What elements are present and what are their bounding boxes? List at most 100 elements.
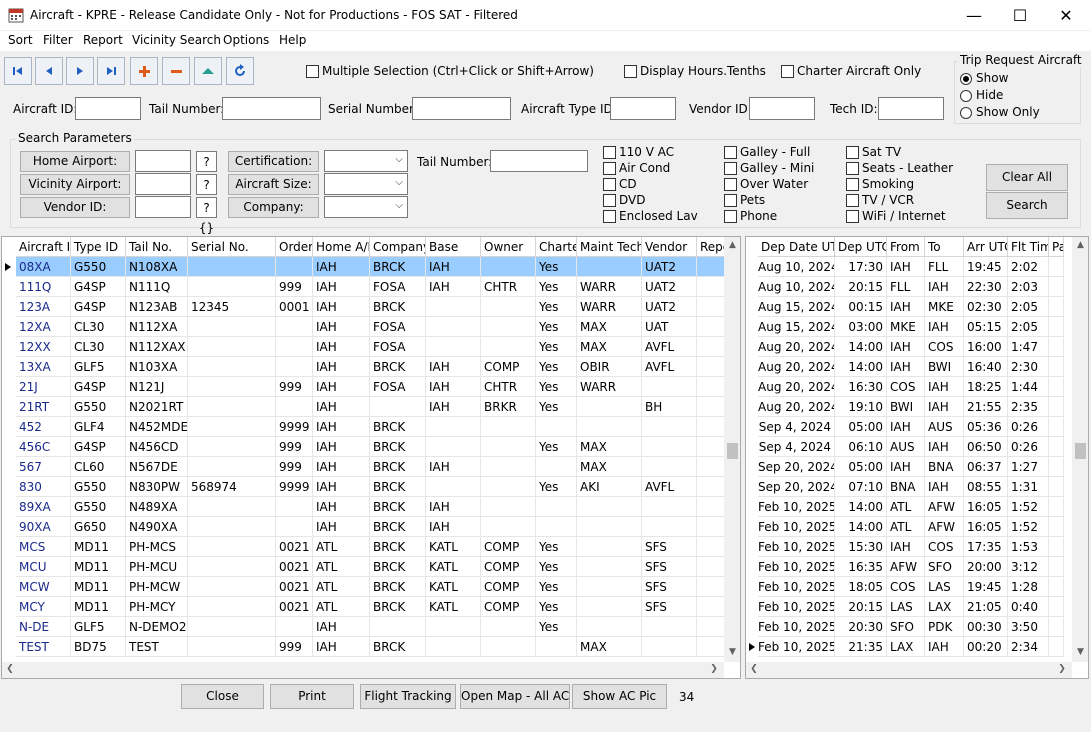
flight-tracking-button[interactable]: Flight Tracking <box>360 684 456 709</box>
first-record-button[interactable] <box>4 57 32 85</box>
table-row[interactable]: 12XA CL30 N112XA IAH FOSA Yes MAX UAT <box>2 317 737 337</box>
column-header[interactable]: Serial No. <box>188 237 276 257</box>
amenity-checkbox[interactable] <box>724 194 737 207</box>
aircraft-id-input[interactable] <box>75 97 141 120</box>
table-row[interactable]: Feb 10, 2025 20:30 SFO PDK 00:30 3:50 <box>746 617 1064 637</box>
table-row[interactable]: Feb 10, 2025 14:00 ATL AFW 16:05 1:52 <box>746 497 1064 517</box>
table-row[interactable]: Feb 10, 2025 18:05 COS LAS 19:45 1:28 <box>746 577 1064 597</box>
scroll-down-icon[interactable]: ▼ <box>724 647 740 657</box>
tail-number-input[interactable] <box>222 97 321 120</box>
clear-all-button[interactable]: Clear All <box>986 164 1068 191</box>
table-row[interactable]: 89XA G550 N489XA IAH BRCK IAH <box>2 497 737 517</box>
table-row[interactable]: 123A G4SP N123AB 12345 0001 IAH BRCK Yes WARR UAT… <box>2 297 737 317</box>
scroll-thumb[interactable] <box>727 443 738 459</box>
close-window-button[interactable]: ✕ <box>1043 0 1089 31</box>
vendor-id-button[interactable]: Vendor ID: <box>20 197 130 218</box>
table-row[interactable]: Feb 10, 2025 20:15 LAS LAX 21:05 0:40 <box>746 597 1064 617</box>
table-row[interactable]: Sep 20, 2024 07:10 BNA IAH 08:55 1:31 <box>746 477 1064 497</box>
menu-filter[interactable]: Filter <box>43 33 73 47</box>
column-header[interactable]: Type ID <box>71 237 126 257</box>
last-record-button[interactable] <box>97 57 125 85</box>
company-button[interactable]: Company: <box>228 197 319 218</box>
table-row[interactable]: 21RT G550 N2021RT IAH IAH BRKR Yes BH <box>2 397 737 417</box>
multiple-selection-checkbox[interactable] <box>306 65 319 78</box>
amenity-checkbox[interactable] <box>846 194 859 207</box>
charter-only-checkbox[interactable] <box>781 65 794 78</box>
table-row[interactable]: Sep 20, 2024 05:00 IAH BNA 06:37 1:27 <box>746 457 1064 477</box>
certification-select[interactable]: ⌵ <box>324 150 408 172</box>
aircraft-grid[interactable]: Aircraft IDType IDTail No.Serial No.Orde… <box>1 236 741 679</box>
table-row[interactable]: 08XA G550 N108XA IAH BRCK IAH Yes UAT2 <box>2 257 737 277</box>
vendor-id-filter-input[interactable] <box>749 97 815 120</box>
table-row[interactable]: 452GLF4N452MDEM 9999IAHBRCK <box>2 417 737 437</box>
table-row[interactable]: Aug 10, 2024 20:15 FLL IAH 22:30 2:03 <box>746 277 1064 297</box>
amenity-checkbox[interactable] <box>724 210 737 223</box>
remove-record-button[interactable] <box>162 57 190 85</box>
refresh-button[interactable] <box>226 57 254 85</box>
scroll-right-icon[interactable]: ❯ <box>1056 664 1068 674</box>
table-row[interactable]: 456C G4SP N456CD 999 IAH BRCK Yes MAX <box>2 437 737 457</box>
amenity-checkbox[interactable] <box>724 146 737 159</box>
column-header[interactable]: Pax <box>1049 237 1064 257</box>
amenity-checkbox[interactable] <box>724 162 737 175</box>
aircraft-size-select[interactable]: ⌵ <box>324 173 408 195</box>
table-row[interactable]: 830 G550 N830PW 568974 9999 IAH BRCK Yes AKI AVFL <box>2 477 737 497</box>
table-row[interactable]: Feb 10, 2025 16:35 AFW SFO 20:00 3:12 <box>746 557 1064 577</box>
column-header[interactable]: Tail No. <box>126 237 188 257</box>
amenity-checkbox[interactable] <box>846 146 859 159</box>
column-header[interactable]: To <box>925 237 964 257</box>
column-header[interactable]: Company <box>370 237 426 257</box>
scroll-thumb[interactable] <box>1075 443 1086 459</box>
home-airport-button[interactable]: Home Airport: <box>20 151 130 172</box>
aircraft-size-button[interactable]: Aircraft Size: <box>228 174 319 195</box>
table-row[interactable]: Aug 20, 2024 14:00 IAH BWI 16:40 2:30 <box>746 357 1064 377</box>
menu-report[interactable]: Report <box>83 33 123 47</box>
home-airport-input[interactable] <box>135 150 191 172</box>
add-record-button[interactable] <box>130 57 158 85</box>
amenity-checkbox[interactable] <box>603 162 616 175</box>
vendor-id-lookup-button[interactable]: ?{} <box>196 197 217 235</box>
amenity-checkbox[interactable] <box>846 210 859 223</box>
column-header[interactable]: Home A/P <box>313 237 370 257</box>
trip-show-radio[interactable] <box>960 73 972 85</box>
menu-options[interactable]: Options <box>223 33 269 47</box>
scroll-right-icon[interactable]: ❯ <box>708 664 720 674</box>
amenity-checkbox[interactable] <box>724 178 737 191</box>
table-row[interactable]: Aug 10, 2024 17:30 IAH FLL 19:45 2:02 <box>746 257 1064 277</box>
next-record-button[interactable] <box>66 57 94 85</box>
certification-button[interactable]: Certification: <box>228 151 319 172</box>
trip-grid[interactable]: Dep Date UTCDep UTCFromToArr UTCFlt TimP… <box>745 236 1089 679</box>
table-row[interactable]: N-DE GLF5 N-DEMO2 IAH Yes <box>2 617 737 637</box>
table-row[interactable]: 567 CL60 N567DE 999 IAH BRCK IAH MAX <box>2 457 737 477</box>
serial-number-input[interactable] <box>412 97 511 120</box>
move-up-button[interactable] <box>194 57 222 85</box>
amenity-checkbox[interactable] <box>603 178 616 191</box>
previous-record-button[interactable] <box>35 57 63 85</box>
amenity-checkbox[interactable] <box>603 210 616 223</box>
table-row[interactable]: Sep 4, 2024 06:10 AUS IAH 06:50 0:26 <box>746 437 1064 457</box>
column-header[interactable]: Charter <box>536 237 577 257</box>
aircraft-grid-hscroll[interactable]: ❮ ❯ <box>2 662 724 678</box>
table-row[interactable]: Aug 20, 2024 19:10 BWI IAH 21:55 2:35 <box>746 397 1064 417</box>
table-row[interactable]: 13XA GLF5 N103XA IAH BRCK IAH COMP Yes OBIR AVFL <box>2 357 737 377</box>
table-row[interactable]: 90XA G650 N490XA IAH BRCK IAH <box>2 517 737 537</box>
scroll-up-icon[interactable]: ▲ <box>724 240 740 250</box>
column-header[interactable]: Flt Tim <box>1008 237 1049 257</box>
menu-sort[interactable]: Sort <box>8 33 33 47</box>
amenity-checkbox[interactable] <box>846 162 859 175</box>
search-button[interactable]: Search <box>986 192 1068 219</box>
amenity-checkbox[interactable] <box>846 178 859 191</box>
trip-grid-vscroll[interactable]: ▲ ▼ <box>1072 237 1088 662</box>
table-row[interactable]: 12XX CL30 N112XAX IAH FOSA Yes MAX AVFL <box>2 337 737 357</box>
table-row[interactable]: MCU MD11 PH-MCU 0021 ATL BRCK KATL COMP Yes SFS <box>2 557 737 577</box>
table-row[interactable]: MCS MD11 PH-MCS 0021 ATL BRCK KATL COMP Yes SFS <box>2 537 737 557</box>
search-tail-number-input[interactable] <box>490 150 588 172</box>
amenity-checkbox[interactable] <box>603 194 616 207</box>
table-row[interactable]: Aug 20, 2024 14:00 IAH COS 16:00 1:47 <box>746 337 1064 357</box>
table-row[interactable]: 111Q G4SP N111Q 999 IAH FOSA IAH CHTR Yes WARR UAT… <box>2 277 737 297</box>
display-hours-checkbox[interactable] <box>624 65 637 78</box>
column-header[interactable]: Arr UTC <box>964 237 1008 257</box>
scroll-left-icon[interactable]: ❮ <box>748 664 760 674</box>
print-button[interactable]: Print <box>270 684 354 709</box>
trip-show-only-radio[interactable] <box>960 107 972 119</box>
